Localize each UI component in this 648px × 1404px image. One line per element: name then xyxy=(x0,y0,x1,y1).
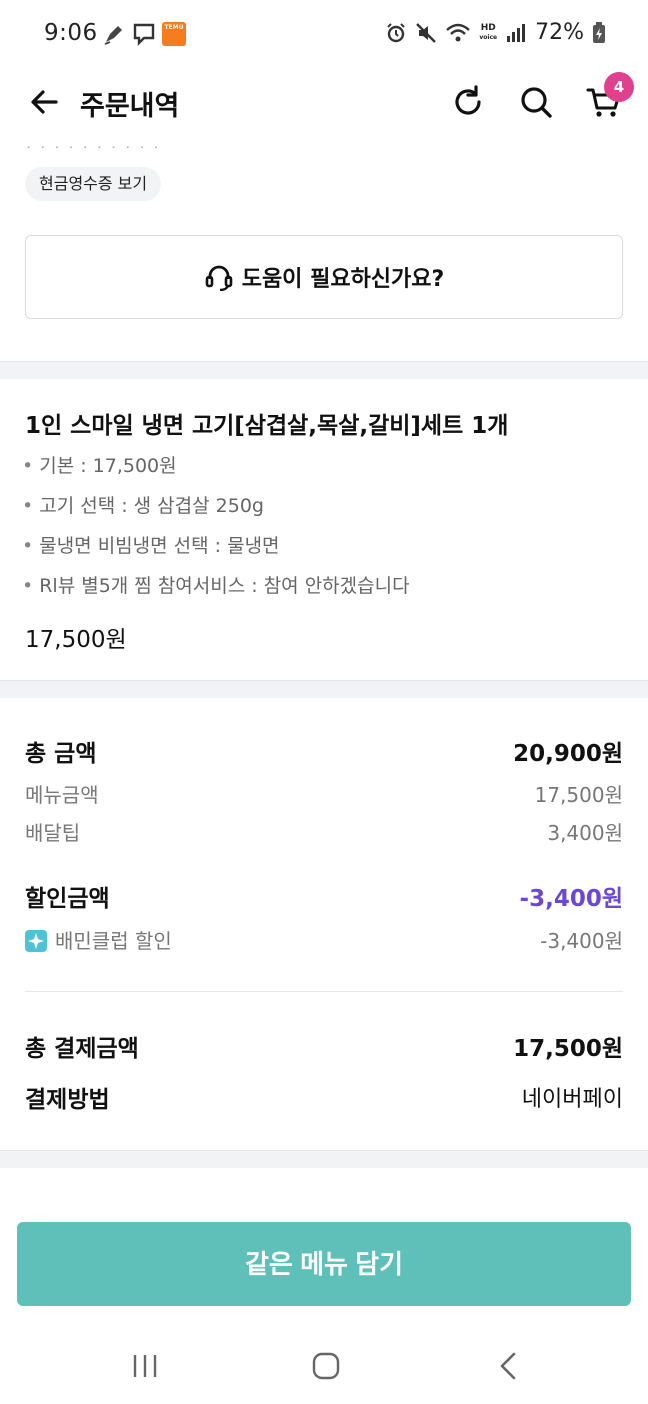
status-time: 9:06 xyxy=(44,20,98,46)
menu-option-item: 고기 선택 : 생 삼겹살 250g xyxy=(22,492,410,532)
menu-title: 1인 스마일 냉면 고기[삼겹살,목살,갈비]세트 1개 xyxy=(25,413,509,439)
temu-label: TEMU xyxy=(164,24,184,31)
pen-notification-icon xyxy=(104,26,122,45)
hd-voice-indicator: HD voice xyxy=(479,22,498,42)
final-amount-value: 17,500원 xyxy=(513,1036,623,1062)
delivery-tip-label: 배달팁 xyxy=(25,821,81,845)
final-amount-label: 총 결제금액 xyxy=(25,1036,139,1062)
section-divider xyxy=(0,361,648,379)
order-menu-section: 1인 스마일 냉면 고기[삼겹살,목살,갈비]세트 1개 기본 : 17,500… xyxy=(0,380,648,680)
club-discount-label: 배민클럽 할인 xyxy=(55,929,172,953)
discount-row: 할인금액 -3,400원 xyxy=(25,879,623,913)
club-discount-value: -3,400원 xyxy=(540,929,623,953)
refresh-button[interactable] xyxy=(448,82,488,122)
home-button[interactable] xyxy=(296,1346,356,1386)
discount-value: -3,400원 xyxy=(519,886,623,912)
battery-charging-icon xyxy=(593,21,605,43)
discount-label: 할인금액 xyxy=(25,886,110,912)
back-button[interactable] xyxy=(24,82,64,122)
search-button[interactable] xyxy=(516,82,556,122)
headset-icon xyxy=(205,265,233,291)
club-discount-label-wrap: 배민클럽 할인 xyxy=(25,925,172,954)
mute-icon xyxy=(416,22,437,43)
signal-icon xyxy=(507,23,526,42)
club-discount-row: 배민클럽 할인 -3,400원 xyxy=(25,925,623,954)
scrolled-content-edge: · · · · · · · · · · xyxy=(26,138,161,148)
system-back-button[interactable] xyxy=(478,1346,538,1386)
total-amount-row: 총 금액 20,900원 xyxy=(25,734,623,768)
total-amount-label: 총 금액 xyxy=(25,741,97,767)
menu-amount-row: 메뉴금액 17,500원 xyxy=(25,779,623,808)
back-nav-icon xyxy=(500,1352,516,1380)
section-divider xyxy=(0,1150,648,1168)
voice-label: voice xyxy=(479,33,498,41)
app-header: 주문내역 xyxy=(0,70,648,134)
menu-price: 17,500원 xyxy=(25,627,127,653)
menu-option-list: 기본 : 17,500원 고기 선택 : 생 삼겹살 250g 물냉면 비빔냉면… xyxy=(22,452,410,612)
payment-divider xyxy=(25,991,623,992)
menu-amount-value: 17,500원 xyxy=(534,783,623,807)
cash-receipt-button[interactable]: 현금영수증 보기 xyxy=(25,167,162,201)
status-notification-icons: TEMU xyxy=(102,22,186,46)
recent-apps-button[interactable] xyxy=(115,1346,175,1386)
menu-option-item: Rl뷰 별5개 찜 참여서비스 : 참여 안하겠습니다 xyxy=(22,572,409,612)
payment-method-label: 결제방법 xyxy=(25,1087,110,1113)
wifi-icon xyxy=(446,23,471,41)
menu-option-item: 물냉면 비빔냉면 선택 : 물냉면 xyxy=(22,532,410,572)
help-button[interactable]: 도움이 필요하신가요? xyxy=(25,235,623,319)
back-arrow-icon xyxy=(31,90,58,114)
system-nav-bar xyxy=(0,1330,648,1404)
status-system-icons: HD voice 72% xyxy=(385,20,606,45)
home-icon xyxy=(312,1352,340,1380)
payment-method-row: 결제방법 네이버페이 xyxy=(25,1080,623,1114)
alarm-icon xyxy=(387,22,406,42)
help-label: 도움이 필요하신가요? xyxy=(241,267,445,292)
battery-percent: 72% xyxy=(535,20,584,45)
menu-amount-label: 메뉴금액 xyxy=(25,783,99,807)
message-notification-icon xyxy=(133,23,155,46)
hd-label: HD xyxy=(480,22,496,33)
recent-apps-icon xyxy=(133,1355,157,1377)
delivery-tip-row: 배달팁 3,400원 xyxy=(25,817,623,846)
menu-option-item: 기본 : 17,500원 xyxy=(22,452,410,492)
reorder-same-menu-button[interactable]: 같은 메뉴 담기 xyxy=(17,1222,631,1306)
payment-summary-section: 총 금액 20,900원 메뉴금액 17,500원 배달팁 3,400원 할인금… xyxy=(0,698,648,1150)
club-star-icon xyxy=(25,930,47,952)
section-divider xyxy=(0,680,648,698)
status-bar: 9:06 TEMU HD voice 72% xyxy=(0,0,648,70)
page-title: 주문내역 xyxy=(80,91,180,122)
payment-method-value: 네이버페이 xyxy=(521,1087,623,1112)
total-amount-value: 20,900원 xyxy=(513,741,623,767)
delivery-tip-value: 3,400원 xyxy=(547,821,623,845)
refresh-icon xyxy=(455,85,481,115)
temu-notification-icon: TEMU xyxy=(162,22,186,46)
cart-count-badge: 4 xyxy=(604,72,634,102)
final-amount-row: 총 결제금액 17,500원 xyxy=(25,1029,623,1063)
search-icon xyxy=(521,87,552,118)
